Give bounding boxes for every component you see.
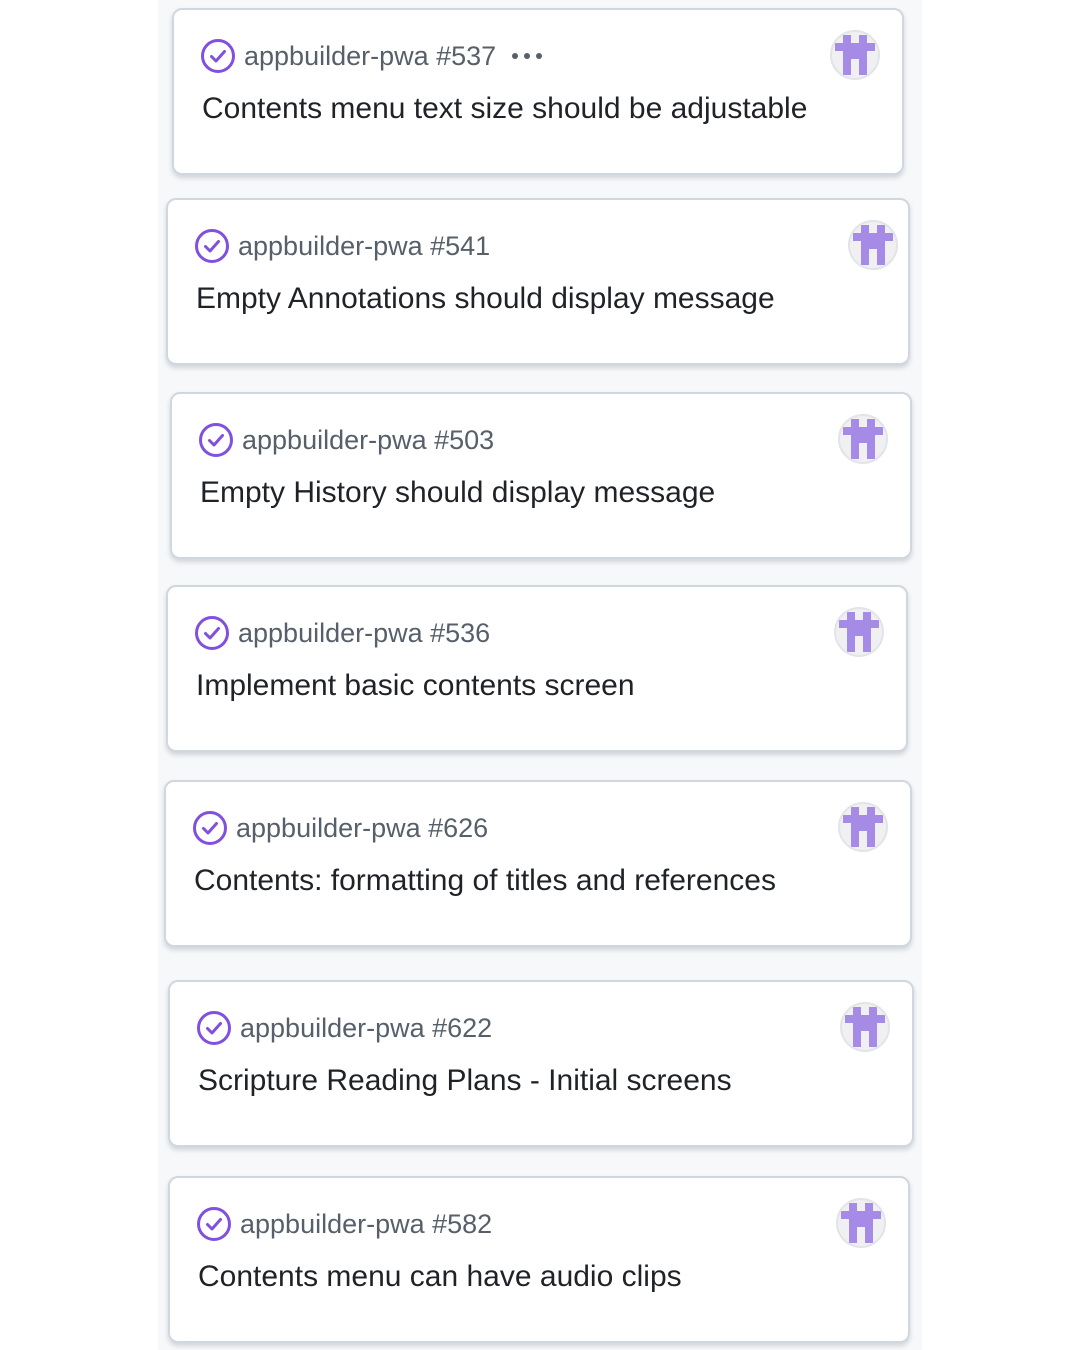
card-header: appbuilder-pwa #622	[196, 1010, 492, 1046]
card-header: appbuilder-pwa #626	[192, 810, 488, 846]
check-circle-icon	[194, 228, 230, 264]
assignee-avatar[interactable]	[840, 1002, 890, 1052]
issue-card[interactable]: appbuilder-pwa #622 Scripture Reading Pl…	[168, 980, 914, 1147]
issue-title[interactable]: Contents: formatting of titles and refer…	[194, 864, 776, 898]
issue-title[interactable]: Contents menu can have audio clips	[198, 1260, 682, 1294]
card-header: appbuilder-pwa #582	[196, 1206, 492, 1242]
issue-reference-link[interactable]: appbuilder-pwa #626	[236, 813, 488, 844]
assignee-avatar[interactable]	[838, 802, 888, 852]
assignee-avatar[interactable]	[836, 1198, 886, 1248]
assignee-avatar[interactable]	[834, 607, 884, 657]
issue-card[interactable]: appbuilder-pwa #537 Contents menu text s…	[172, 8, 904, 175]
assignee-avatar[interactable]	[848, 220, 898, 270]
card-header: appbuilder-pwa #537	[200, 38, 543, 74]
issue-reference-link[interactable]: appbuilder-pwa #582	[240, 1209, 492, 1240]
issue-title[interactable]: Empty Annotations should display message	[196, 282, 775, 316]
card-header: appbuilder-pwa #541	[194, 228, 490, 264]
issue-reference-link[interactable]: appbuilder-pwa #622	[240, 1013, 492, 1044]
check-circle-icon	[198, 422, 234, 458]
issue-reference-link[interactable]: appbuilder-pwa #536	[238, 618, 490, 649]
more-options-button[interactable]	[512, 38, 543, 74]
issue-reference-link[interactable]: appbuilder-pwa #541	[238, 231, 490, 262]
check-circle-icon	[196, 1010, 232, 1046]
issue-title[interactable]: Scripture Reading Plans - Initial screen…	[198, 1064, 732, 1098]
more-dot	[524, 53, 531, 59]
issue-card[interactable]: appbuilder-pwa #541 Empty Annotations sh…	[166, 198, 910, 365]
issue-reference-link[interactable]: appbuilder-pwa #503	[242, 425, 494, 456]
board-column: appbuilder-pwa #537 Contents menu text s…	[158, 0, 922, 1350]
more-dot	[536, 53, 543, 59]
assignee-avatar[interactable]	[830, 30, 880, 80]
assignee-avatar[interactable]	[838, 414, 888, 464]
check-circle-icon	[196, 1206, 232, 1242]
issue-card[interactable]: appbuilder-pwa #536 Implement basic cont…	[166, 585, 908, 752]
check-circle-icon	[192, 810, 228, 846]
check-circle-icon	[200, 38, 236, 74]
card-header: appbuilder-pwa #536	[194, 615, 490, 651]
issue-reference-link[interactable]: appbuilder-pwa #537	[244, 41, 496, 72]
issue-title[interactable]: Contents menu text size should be adjust…	[202, 92, 807, 126]
card-header: appbuilder-pwa #503	[198, 422, 494, 458]
issue-title[interactable]: Implement basic contents screen	[196, 669, 635, 703]
more-dot	[512, 53, 519, 59]
issue-card[interactable]: appbuilder-pwa #626 Contents: formatting…	[164, 780, 912, 947]
issue-title[interactable]: Empty History should display message	[200, 476, 715, 510]
issue-card[interactable]: appbuilder-pwa #503 Empty History should…	[170, 392, 912, 559]
check-circle-icon	[194, 615, 230, 651]
issue-card[interactable]: appbuilder-pwa #582 Contents menu can ha…	[168, 1176, 910, 1343]
